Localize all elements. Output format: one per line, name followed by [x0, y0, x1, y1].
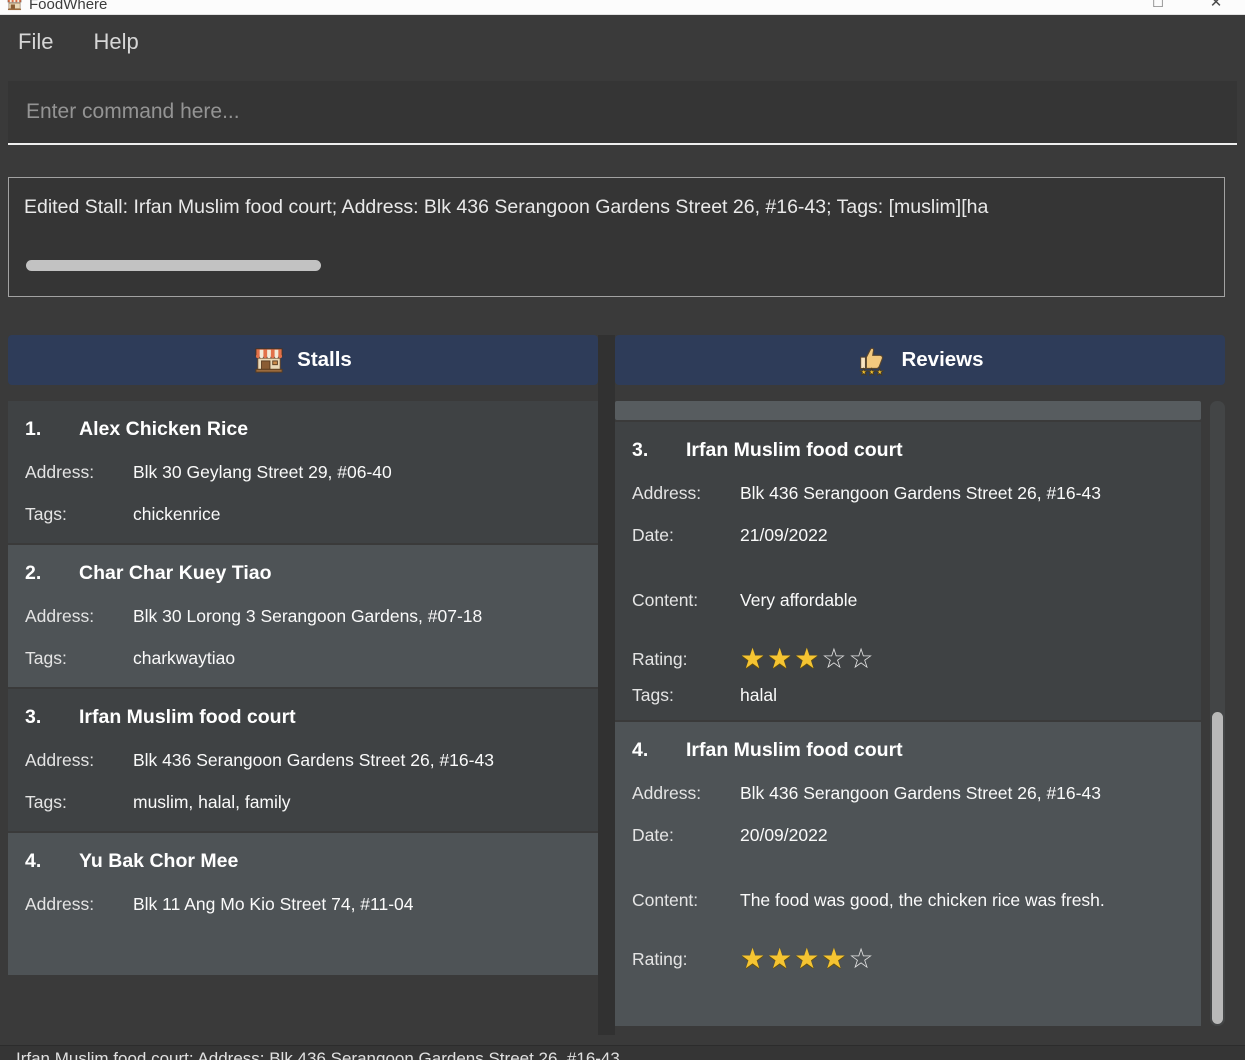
title-bar: FoodWhere □ ✕ — [0, 0, 1245, 15]
stall-card-3[interactable]: 3. Irfan Muslim food court Address: Blk … — [8, 689, 598, 831]
stall-address: Blk 30 Geylang Street 29, #06-40 — [133, 462, 392, 482]
vertical-scrollbar-track[interactable] — [1210, 401, 1225, 1026]
review-date: 21/09/2022 — [740, 525, 828, 545]
stalls-title: Stalls — [297, 348, 352, 371]
stall-index: 4. — [25, 850, 42, 872]
address-label: Address: — [632, 483, 702, 503]
stall-address: Blk 436 Serangoon Gardens Street 26, #16… — [133, 750, 494, 770]
main-panels: Stalls 1. Alex Chicken Rice Address: Blk… — [8, 335, 1225, 1035]
review-index: 3. — [632, 439, 649, 461]
review-date: 20/09/2022 — [740, 825, 828, 845]
address-label: Address: — [25, 462, 95, 482]
tags-label: Tags: — [25, 792, 67, 812]
stalls-header: Stalls — [8, 335, 598, 385]
address-label: Address: — [25, 894, 95, 914]
stalls-panel: Stalls 1. Alex Chicken Rice Address: Blk… — [8, 335, 598, 1035]
address-label: Address: — [25, 606, 95, 626]
reviews-list: 3. Irfan Muslim food court Address: Blk … — [615, 401, 1225, 1028]
rating-stars: ★ ★ ★ ★ ☆ — [740, 943, 876, 974]
svg-text:★★★: ★★★ — [860, 367, 885, 376]
review-address: Blk 436 Serangoon Gardens Street 26, #16… — [740, 483, 1101, 503]
panel-divider — [598, 335, 615, 1035]
stall-tags: charkwaytiao — [133, 648, 236, 668]
rating-label: Rating: — [632, 948, 688, 969]
status-bar-footer: Irfan Muslim food court; Address: Blk 43… — [0, 1045, 1245, 1060]
address-label: Address: — [632, 783, 702, 803]
stall-card-1[interactable]: 1. Alex Chicken Rice Address: Blk 30 Gey… — [8, 401, 598, 543]
stall-name: Yu Bak Chor Mee — [79, 850, 239, 872]
review-index: 4. — [632, 739, 649, 761]
review-card-4[interactable]: 4. Irfan Muslim food court Address: Blk … — [615, 722, 1201, 1026]
stall-name: Alex Chicken Rice — [79, 418, 249, 440]
result-text: Edited Stall: Irfan Muslim food court; A… — [24, 196, 989, 218]
stall-address: Blk 11 Ang Mo Kio Street 74, #11-04 — [133, 894, 414, 914]
review-content: The food was good, the chicken rice was … — [740, 890, 1105, 910]
command-box — [8, 81, 1237, 145]
horizontal-scrollbar-thumb[interactable] — [26, 260, 321, 271]
reviews-panel: ★★★ Reviews 3. Irfan Muslim food court A… — [615, 335, 1225, 1035]
tags-label: Tags: — [632, 685, 674, 705]
maximize-button[interactable]: □ — [1129, 0, 1187, 14]
review-tags: halal — [740, 685, 777, 705]
app-icon — [7, 0, 22, 11]
content-label: Content: — [632, 890, 699, 910]
window-title: FoodWhere — [29, 0, 108, 13]
content-label: Content: — [632, 590, 699, 610]
review-card-3[interactable]: 3. Irfan Muslim food court Address: Blk … — [615, 422, 1201, 720]
close-button[interactable]: ✕ — [1187, 0, 1245, 14]
stall-name: Char Char Kuey Tiao — [79, 562, 272, 584]
tags-label: Tags: — [25, 648, 67, 668]
menu-bar: File Help — [0, 15, 1245, 69]
reviews-header: ★★★ Reviews — [615, 335, 1225, 385]
reviews-title: Reviews — [901, 348, 984, 371]
result-display: Edited Stall: Irfan Muslim food court; A… — [8, 177, 1225, 297]
stall-card-4[interactable]: 4. Yu Bak Chor Mee Address: Blk 11 Ang M… — [8, 833, 598, 975]
command-input[interactable] — [26, 100, 1219, 124]
stall-icon — [254, 346, 284, 374]
date-label: Date: — [632, 525, 674, 545]
review-stall-name: Irfan Muslim food court — [686, 439, 903, 461]
status-bar-text: Irfan Muslim food court; Address: Blk 43… — [16, 1049, 620, 1060]
menu-help[interactable]: Help — [93, 29, 138, 55]
stall-card-2[interactable]: 2. Char Char Kuey Tiao Address: Blk 30 L… — [8, 545, 598, 687]
menu-file[interactable]: File — [18, 29, 53, 55]
stall-name: Irfan Muslim food court — [79, 706, 296, 728]
rating-stars: ★ ★ ★ ☆ ☆ — [740, 643, 876, 674]
review-address: Blk 436 Serangoon Gardens Street 26, #16… — [740, 783, 1101, 803]
stall-index: 3. — [25, 706, 42, 728]
stall-tags: muslim, halal, family — [133, 792, 291, 812]
vertical-scrollbar-thumb[interactable] — [1212, 712, 1223, 1024]
date-label: Date: — [632, 825, 674, 845]
review-card-partial[interactable] — [615, 401, 1201, 420]
review-content: Very affordable — [740, 590, 858, 610]
stall-index: 1. — [25, 418, 42, 440]
tags-label: Tags: — [25, 504, 67, 524]
review-stall-name: Irfan Muslim food court — [686, 739, 903, 761]
thumbs-up-icon: ★★★ — [856, 344, 888, 376]
stall-index: 2. — [25, 562, 42, 584]
stalls-list: 1. Alex Chicken Rice Address: Blk 30 Gey… — [8, 401, 598, 977]
stall-address: Blk 30 Lorong 3 Serangoon Gardens, #07-1… — [133, 606, 483, 626]
address-label: Address: — [25, 750, 95, 770]
rating-label: Rating: — [632, 648, 688, 669]
stall-tags: chickenrice — [133, 504, 221, 524]
